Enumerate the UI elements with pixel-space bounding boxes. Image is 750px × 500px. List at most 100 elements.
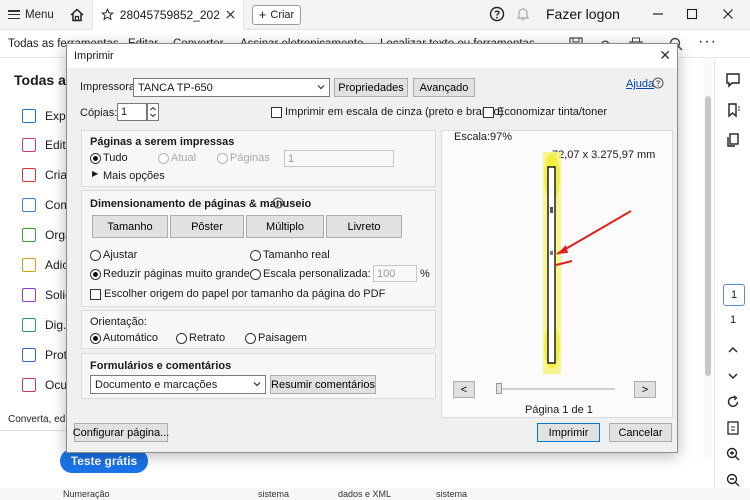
grayscale-checkbox[interactable] xyxy=(271,107,282,118)
expand-triangle-icon[interactable]: ▶ xyxy=(92,169,98,178)
preview-slider-thumb[interactable] xyxy=(496,383,502,394)
copies-label: Cópias: xyxy=(80,107,118,119)
home-icon[interactable] xyxy=(68,6,86,24)
tool-item-organize[interactable]: Orga xyxy=(22,228,72,242)
document-tab[interactable]: 28045759852_2025... xyxy=(91,0,244,30)
tool-item-create[interactable]: Criar xyxy=(22,168,71,182)
custom-scale-label: Escala personalizada: xyxy=(263,268,371,280)
document-scrollbar[interactable] xyxy=(703,58,713,458)
scale-label: Escala: xyxy=(454,131,491,143)
comments-value: Documento e marcações xyxy=(95,378,218,391)
tool-item-edit[interactable]: Edita xyxy=(22,138,72,152)
page-number-input[interactable]: 1 xyxy=(723,284,745,306)
bell-icon[interactable] xyxy=(515,6,531,25)
cancel-button[interactable]: Cancelar xyxy=(609,423,672,442)
sign-in-button[interactable]: Fazer logon xyxy=(546,6,620,22)
comments-select[interactable]: Documento e marcações xyxy=(90,375,266,394)
tool-item-scan[interactable]: Dig. xyxy=(22,318,66,332)
print-button[interactable]: Imprimir xyxy=(537,423,600,442)
chevron-down-icon[interactable] xyxy=(725,368,741,384)
copy-pages-icon[interactable] xyxy=(725,132,741,148)
tool-item-export[interactable]: Expo xyxy=(22,109,72,123)
app-titlebar: Menu 28045759852_2025... + Criar Fazer l… xyxy=(0,0,750,30)
page-range-input[interactable]: 1 xyxy=(284,150,394,167)
edit-pdf-icon xyxy=(22,138,36,152)
prev-page-button[interactable]: < xyxy=(453,381,475,398)
tool-item-redact[interactable]: Ocul xyxy=(22,378,70,392)
copies-stepper[interactable] xyxy=(147,103,159,121)
close-window-icon[interactable] xyxy=(716,3,740,25)
protect-icon xyxy=(22,348,36,362)
create-pdf-icon xyxy=(22,168,36,182)
summarize-comments-button[interactable]: Resumir comentários xyxy=(270,375,376,394)
orientation-title: Orientação: xyxy=(90,316,147,328)
advanced-button[interactable]: Avançado xyxy=(413,78,475,97)
multiple-tab-button[interactable]: Múltiplo xyxy=(246,215,324,238)
comments-section: Formulários e comentários Documento e ma… xyxy=(81,353,436,399)
maximize-icon[interactable] xyxy=(680,3,704,25)
next-page-button[interactable]: > xyxy=(634,381,656,398)
paper-source-label: Escolher origem do papel por tamanho da … xyxy=(104,288,386,300)
actual-size-radio[interactable] xyxy=(250,250,261,261)
more-options-link[interactable]: Mais opções xyxy=(103,170,165,182)
current-page-radio[interactable] xyxy=(158,153,169,164)
fit-radio[interactable] xyxy=(90,250,101,261)
all-pages-radio[interactable] xyxy=(90,153,101,164)
dialog-title: Imprimir xyxy=(74,50,114,62)
tool-label: Dig. xyxy=(45,318,67,332)
properties-button[interactable]: Propriedades xyxy=(334,78,408,97)
bookmark-icon[interactable] xyxy=(725,102,741,118)
poster-tab-button[interactable]: Pôster xyxy=(170,215,244,238)
info-icon[interactable] xyxy=(272,197,284,209)
printer-select[interactable]: TANCA TP-650 xyxy=(133,78,330,97)
custom-scale-value: 100 xyxy=(377,267,396,280)
orientation-landscape-radio[interactable] xyxy=(245,333,256,344)
scrollbar-thumb[interactable] xyxy=(705,96,711,376)
page-setup-button[interactable]: Configurar página... xyxy=(73,423,169,442)
orientation-auto-radio[interactable] xyxy=(90,333,101,344)
chevron-up-icon[interactable] xyxy=(725,342,741,358)
tool-item-comment[interactable]: Adici xyxy=(22,258,71,272)
redact-icon xyxy=(22,378,36,392)
menu-button[interactable]: Menu xyxy=(8,9,54,21)
custom-scale-radio[interactable] xyxy=(250,269,261,280)
page-fit-icon[interactable] xyxy=(725,420,741,436)
save-ink-checkbox[interactable] xyxy=(483,107,494,118)
comment-icon xyxy=(22,258,36,272)
bottom-label: sistema xyxy=(258,489,290,499)
custom-scale-input[interactable]: 100 xyxy=(373,265,417,282)
zoom-out-icon[interactable] xyxy=(725,472,741,488)
dialog-titlebar: Imprimir ✕ xyxy=(67,44,677,68)
help-circle-icon[interactable] xyxy=(652,77,664,89)
page-sizing-section: Dimensionamento de páginas & manuseio Ta… xyxy=(81,190,436,307)
tool-item-request[interactable]: Solic xyxy=(22,288,71,302)
bottom-label: Numeração xyxy=(63,489,110,499)
percent-label: % xyxy=(420,268,430,280)
orientation-portrait-radio[interactable] xyxy=(176,333,187,344)
minimize-icon[interactable] xyxy=(646,3,670,25)
shrink-radio[interactable] xyxy=(90,269,101,280)
close-tab-icon[interactable] xyxy=(226,10,235,19)
booklet-tab-button[interactable]: Livreto xyxy=(326,215,402,238)
size-tab-button[interactable]: Tamanho xyxy=(92,215,168,238)
orientation-portrait-label: Retrato xyxy=(189,332,226,344)
orientation-landscape-label: Paisagem xyxy=(258,332,307,344)
zoom-in-icon[interactable] xyxy=(725,446,741,462)
help-icon[interactable] xyxy=(489,6,505,25)
preview-slider-track[interactable] xyxy=(497,388,615,390)
copies-value: 1 xyxy=(121,106,128,118)
stepper-arrows-icon xyxy=(150,106,156,118)
scale-value: 97% xyxy=(490,131,513,143)
comment-bubble-icon[interactable] xyxy=(725,72,741,88)
paper-source-checkbox[interactable] xyxy=(90,289,101,300)
copies-input[interactable]: 1 xyxy=(117,103,147,121)
tool-item-combine[interactable]: Com xyxy=(22,198,70,212)
more-options-icon[interactable]: ··· xyxy=(698,33,717,51)
star-icon[interactable] xyxy=(100,8,114,21)
help-link[interactable]: Ajuda xyxy=(626,78,654,90)
new-tab-button[interactable]: + Criar xyxy=(251,4,302,25)
rotate-icon[interactable] xyxy=(725,394,741,410)
page-range-radio[interactable] xyxy=(217,153,228,164)
panel-footer-text: Converta, ed xyxy=(8,414,66,425)
close-icon[interactable]: ✕ xyxy=(659,47,671,64)
